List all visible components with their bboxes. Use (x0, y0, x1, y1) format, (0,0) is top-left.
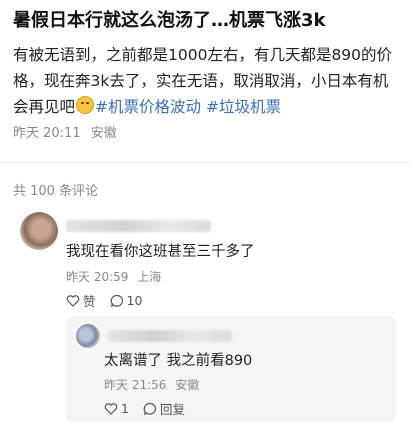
speech-bubble-icon (143, 402, 156, 415)
comment-text: 我现在看你这班甚至三千多了 (66, 244, 255, 260)
post-title: 暑假日本行就这么泡汤了…机票飞涨3k (13, 10, 326, 31)
username-blurred[interactable] (66, 220, 211, 232)
comment-time: 昨天 20:59 (66, 270, 129, 284)
avatar[interactable] (76, 324, 100, 348)
reply-actions: 1 回复 (104, 399, 199, 418)
reply-location: 安徽 (175, 378, 200, 392)
comment-actions: 赞 10 (66, 291, 156, 310)
reply-button[interactable]: 10 (110, 293, 143, 308)
post-time: 昨天 20:11 (13, 126, 81, 141)
reply-label: 回复 (159, 402, 185, 417)
divider (0, 162, 411, 163)
like-button[interactable]: 赞 (66, 291, 96, 310)
post-body-text: 有被无语到，之前都是1000左右，有几天都是890的价格，现在奔3k去了，实在无… (13, 46, 393, 116)
reply-meta: 昨天 21:56 安徽 (104, 376, 204, 393)
reply-time: 昨天 21:56 (104, 378, 167, 392)
post-location: 安徽 (90, 126, 117, 141)
username-blurred[interactable] (107, 330, 232, 342)
like-button[interactable]: 1 (104, 401, 129, 416)
like-count: 1 (121, 401, 129, 416)
hashtag-link[interactable]: #机票价格波动 (95, 98, 201, 116)
reply-button[interactable]: 回复 (143, 399, 185, 418)
speech-bubble-icon (110, 294, 123, 307)
comment-meta: 昨天 20:59 上海 (66, 268, 166, 285)
hashtag-link[interactable]: #垃圾机票 (206, 98, 281, 116)
sad-face-emoji-icon (76, 96, 95, 114)
post-meta: 昨天 20:11 安徽 (13, 122, 123, 141)
heart-icon (104, 402, 118, 415)
reply-count: 10 (126, 293, 143, 308)
comment-location: 上海 (137, 270, 162, 284)
comment-count: 共 100 条评论 (13, 184, 99, 199)
like-label: 赞 (83, 294, 96, 309)
post-body: 有被无语到，之前都是1000左右，有几天都是890的价格，现在奔3k去了，实在无… (13, 42, 401, 120)
post-detail: 暑假日本行就这么泡汤了…机票飞涨3k 有被无语到，之前都是1000左右，有几天都… (0, 0, 411, 427)
avatar[interactable] (20, 212, 58, 250)
reply-text: 太离谱了 我之前看890 (104, 353, 253, 369)
heart-icon (66, 294, 80, 307)
